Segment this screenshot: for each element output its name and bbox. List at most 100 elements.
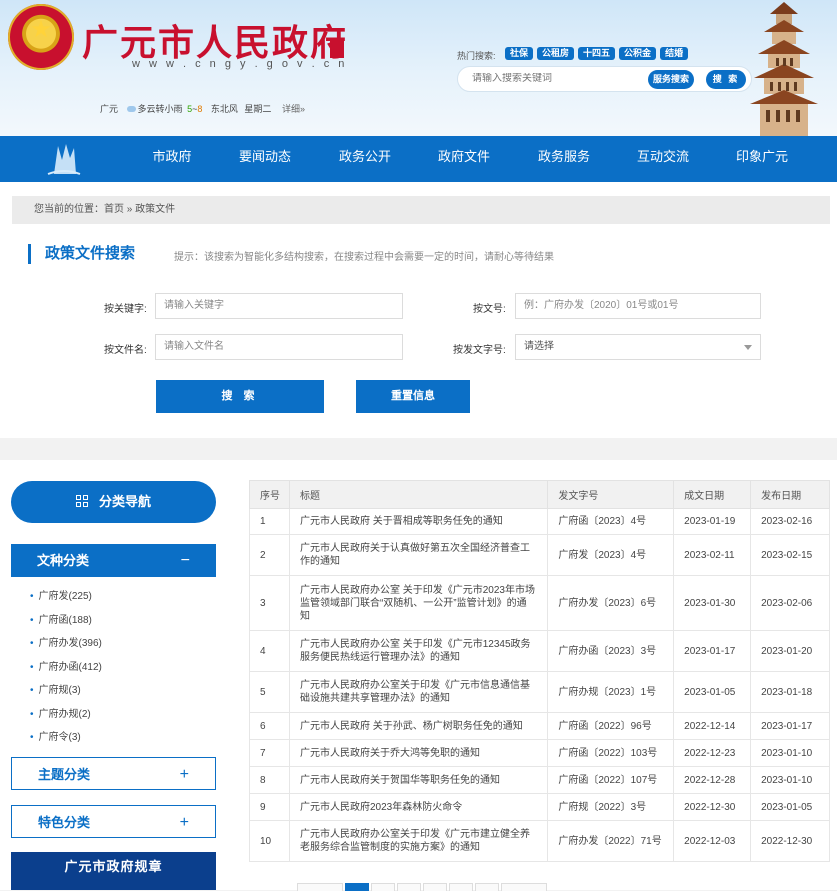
seal-stamp-icon (330, 40, 344, 58)
category-nav-button[interactable]: 分类导航 (11, 481, 216, 523)
row-made-date: 2023-01-19 (673, 508, 752, 535)
row-code: 广府函〔2023〕4号 (547, 508, 675, 535)
row-title-link[interactable]: 广元市人民政府办公室关于印发《广元市信息通信基础设施共建共享管理办法》的通知 (288, 671, 549, 713)
site-header: ★ 广元市人民政府 w w w . c n g y . g o v . c n … (0, 0, 837, 136)
city-logo-icon (47, 144, 81, 175)
hot-search-tags: 社保 公租房 十四五 公积金 结婚 (505, 47, 689, 60)
hot-tag-social-security[interactable]: 社保 (505, 47, 534, 60)
row-code: 广府函〔2022〕96号 (547, 712, 675, 740)
expand-icon: + (179, 814, 189, 831)
weather-city: 广元 (100, 104, 119, 114)
row-title-link[interactable]: 广元市人民政府关于认真做好第五次全国经济普查工作的通知 (288, 534, 549, 576)
nav-government-documents[interactable]: 政府文件 (429, 136, 499, 182)
nav-news[interactable]: 要闻动态 (230, 136, 300, 182)
reset-button[interactable]: 重置信息 (356, 380, 470, 413)
row-title-link[interactable]: 广元市人民政府 关于晋相成等职务任免的通知 (288, 508, 549, 535)
issuer-select-value: 请选择 (524, 341, 554, 352)
row-title-link[interactable]: 广元市人民政府办公室 关于印发《广元市2023年市场监管领域部门联合“双随机、一… (288, 575, 549, 631)
row-title-link[interactable]: 广元市人民政府关于乔大鸿等免职的通知 (288, 739, 549, 767)
row-title-link[interactable]: 广元市人民政府关于贺国华等职务任免的通知 (288, 766, 549, 794)
keyword-input[interactable]: 请输入关键字 (155, 293, 403, 319)
row-code: 广府办发〔2022〕71号 (547, 820, 675, 862)
col-header-code: 发文字号 (547, 480, 675, 509)
section-title: 政策文件搜索 (28, 244, 135, 264)
row-title-link[interactable]: 广元市人民政府2023年森林防火命令 (288, 793, 549, 821)
table-row: 9 广元市人民政府2023年森林防火命令 广府规〔2022〕3号 2022-12… (249, 793, 830, 821)
documents-table: 序号 标题 发文字号 成文日期 发布日期 1 广元市人民政府 关于晋相成等职务任… (249, 480, 830, 862)
hot-search-label: 热门搜索: (457, 51, 496, 61)
temp-high: 8 (197, 104, 203, 114)
row-no: 7 (249, 739, 290, 767)
weather-detail-link[interactable]: 详细» (282, 104, 305, 114)
site-search-input[interactable] (472, 73, 642, 84)
row-pub-date: 2023-01-20 (750, 630, 830, 672)
weekday: 星期二 (244, 104, 272, 114)
row-pub-date: 2023-01-05 (750, 793, 830, 821)
chevron-down-icon (744, 345, 752, 350)
doc-type-item[interactable]: 广府办发(396) (30, 634, 210, 658)
doc-type-item[interactable]: 广府规(3) (30, 681, 210, 705)
expand-icon: + (179, 766, 189, 783)
doc-type-list: 广府发(225) 广府函(188) 广府办发(396) 广府办函(412) 广府… (30, 587, 210, 752)
nav-interaction[interactable]: 互动交流 (628, 136, 698, 182)
nav-impression[interactable]: 印象广元 (727, 136, 797, 182)
hot-tag-public-rental[interactable]: 公租房 (537, 47, 575, 60)
topic-category-label: 主题分类 (38, 767, 91, 782)
col-header-no: 序号 (249, 480, 290, 509)
site-url: w w w . c n g y . g o v . c n (132, 58, 348, 70)
row-code: 广府办规〔2023〕1号 (547, 671, 675, 713)
row-made-date: 2023-01-17 (673, 630, 752, 672)
doc-type-category-header[interactable]: 文种分类 − (11, 544, 216, 577)
row-title-link[interactable]: 广元市人民政府办公室 关于印发《广元市12345政务服务便民热线运行管理办法》的… (288, 630, 549, 672)
pavilion-tower-icon (750, 2, 818, 136)
nav-city-government[interactable]: 市政府 (138, 136, 206, 182)
grid-icon (75, 495, 89, 508)
main-nav: 市政府 要闻动态 政务公开 政府文件 政务服务 互动交流 印象广元 (0, 136, 837, 182)
nav-government-services[interactable]: 政务服务 (529, 136, 599, 182)
topic-category-header[interactable]: 主题分类 + (11, 757, 216, 790)
collapse-icon: − (180, 552, 190, 569)
service-search-button[interactable]: 服务搜索 (648, 70, 695, 89)
nav-government-affairs[interactable]: 政务公开 (330, 136, 400, 182)
hot-tag-14th-plan[interactable]: 十四五 (578, 47, 616, 60)
docno-input[interactable]: 例：广府办发〔2020〕01号或01号 (515, 293, 761, 319)
row-no: 6 (249, 712, 290, 740)
keyword-label: 按关键字: (104, 304, 147, 315)
row-no: 5 (249, 671, 290, 713)
row-code: 广府函〔2022〕103号 (547, 739, 675, 767)
row-title-link[interactable]: 广元市人民政府 关于孙武、杨广树职务任免的通知 (288, 712, 549, 740)
category-nav-label: 分类导航 (98, 494, 151, 509)
row-no: 10 (249, 820, 290, 862)
row-made-date: 2022-12-14 (673, 712, 752, 740)
docname-input[interactable]: 请输入文件名 (155, 334, 403, 360)
row-title-link[interactable]: 广元市人民政府办公室关于印发《广元市建立健全养老服务综合监管制度的实施方案》的通… (288, 820, 549, 862)
doc-type-item[interactable]: 广府函(188) (30, 611, 210, 635)
docno-label: 按文号: (473, 304, 506, 315)
issuer-label: 按发文字号: (453, 345, 506, 356)
row-made-date: 2022-12-28 (673, 766, 752, 794)
doc-type-item[interactable]: 广府令(3) (30, 728, 210, 752)
doc-type-item[interactable]: 广府办函(412) (30, 658, 210, 682)
table-row: 3 广元市人民政府办公室 关于印发《广元市2023年市场监管领域部门联合“双随机… (249, 575, 830, 631)
issuer-select[interactable]: 请选择 (515, 334, 761, 360)
regulations-banner[interactable]: 广元市政府规章 (11, 852, 216, 890)
col-header-title: 标题 (288, 480, 549, 509)
search-button[interactable]: 搜 索 (156, 380, 324, 413)
table-row: 1 广元市人民政府 关于晋相成等职务任免的通知 广府函〔2023〕4号 2023… (249, 508, 830, 535)
row-code: 广府发〔2023〕4号 (547, 534, 675, 576)
col-header-pub-date: 发布日期 (750, 480, 830, 509)
hot-tag-housing-fund[interactable]: 公积金 (619, 47, 657, 60)
national-emblem-icon: ★ (8, 4, 74, 70)
docname-label: 按文件名: (104, 345, 147, 356)
feature-category-header[interactable]: 特色分类 + (11, 805, 216, 838)
row-pub-date: 2023-01-17 (750, 712, 830, 740)
hot-tag-marriage[interactable]: 结婚 (660, 47, 689, 60)
doc-type-category-label: 文种分类 (37, 553, 90, 568)
site-search-box: 服务搜索 搜 索 (457, 66, 752, 92)
row-no: 4 (249, 630, 290, 672)
doc-type-item[interactable]: 广府发(225) (30, 587, 210, 611)
row-no: 9 (249, 793, 290, 821)
wind: 东北风 (210, 104, 238, 114)
row-code: 广府函〔2022〕107号 (547, 766, 675, 794)
doc-type-item[interactable]: 广府办规(2) (30, 705, 210, 729)
